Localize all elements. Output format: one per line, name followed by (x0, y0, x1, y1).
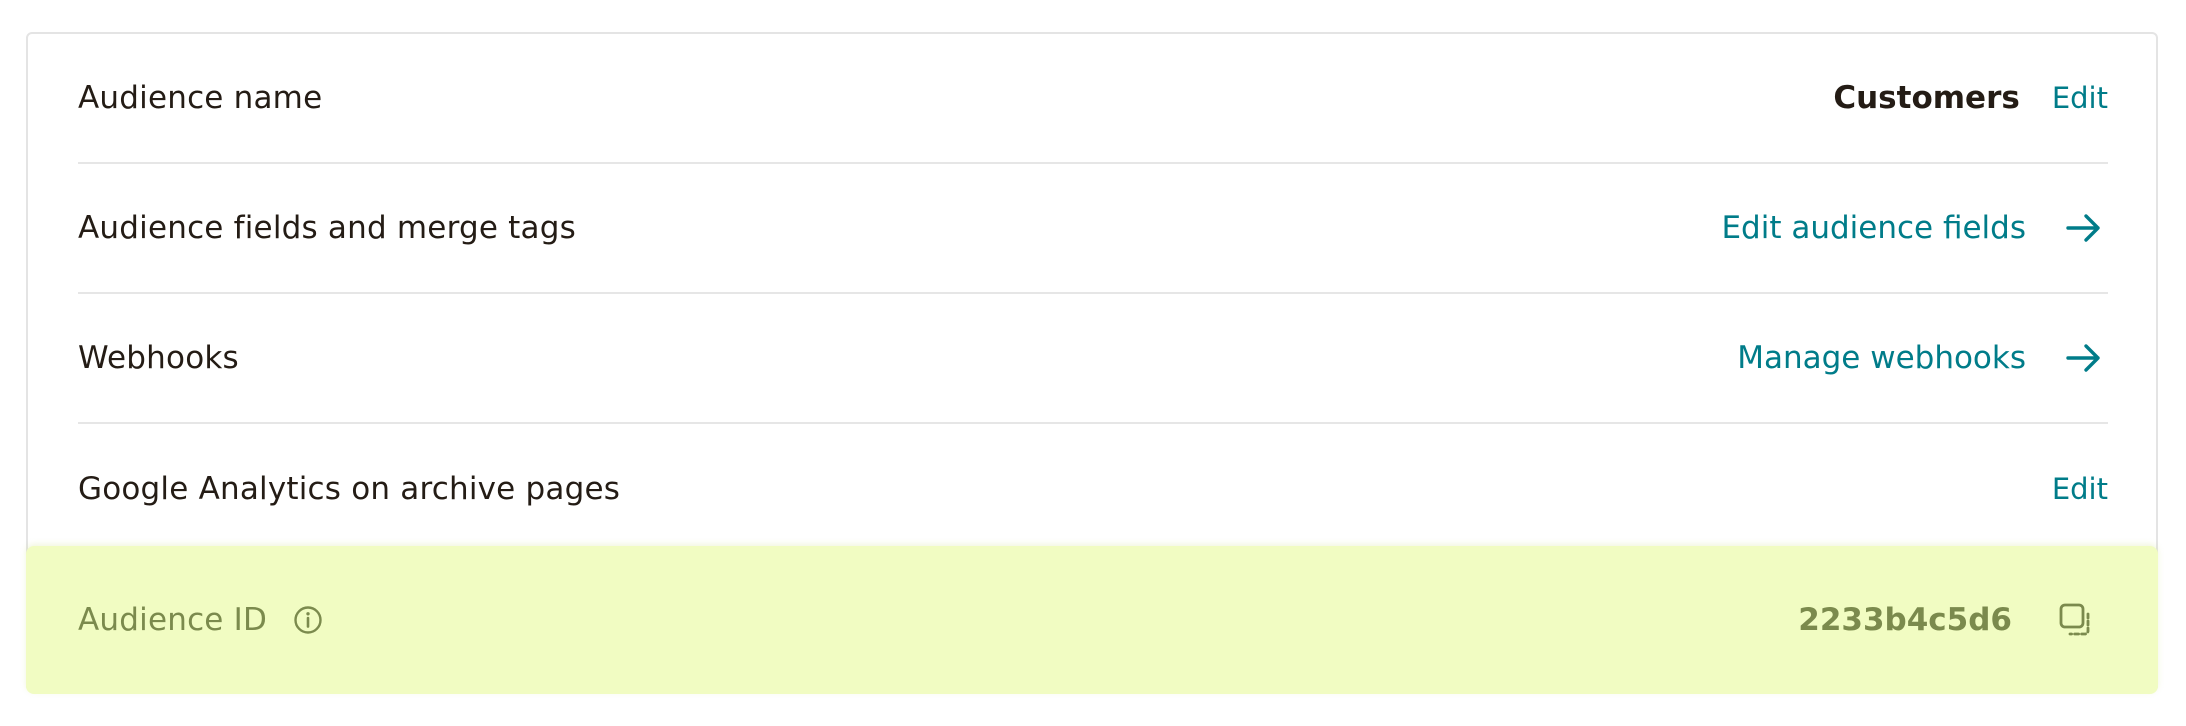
google-analytics-label: Google Analytics on archive pages (78, 471, 621, 507)
audience-name-label: Audience name (78, 80, 323, 116)
edit-audience-fields-link[interactable]: Edit audience fields (1721, 210, 2026, 246)
webhooks-controls: Manage webhooks (1737, 338, 2108, 378)
google-analytics-row: Google Analytics on archive pages Edit (78, 424, 2108, 554)
audience-id-controls: 2233b4c5d6 (1798, 600, 2108, 640)
edit-google-analytics-link[interactable]: Edit (2052, 472, 2108, 506)
audience-id-row: Audience ID 2233b4c5d6 (78, 546, 2108, 694)
audience-fields-row: Audience fields and merge tags Edit audi… (78, 164, 2108, 294)
audience-settings-card: Audience name Customers Edit Audience fi… (26, 32, 2158, 694)
google-analytics-controls: Edit (2052, 472, 2108, 506)
audience-fields-controls: Edit audience fields (1721, 208, 2108, 248)
info-icon[interactable] (293, 605, 323, 635)
audience-id-label: Audience ID (78, 602, 268, 638)
webhooks-row: Webhooks Manage webhooks (78, 294, 2108, 424)
audience-id-value: 2233b4c5d6 (1798, 602, 2012, 638)
edit-audience-name-link[interactable]: Edit (2052, 81, 2108, 115)
arrow-right-icon[interactable] (2064, 338, 2104, 378)
copy-icon[interactable] (2056, 600, 2096, 640)
manage-webhooks-link[interactable]: Manage webhooks (1737, 340, 2026, 376)
audience-fields-label: Audience fields and merge tags (78, 210, 576, 246)
audience-id-label-group: Audience ID (78, 602, 323, 638)
audience-name-value: Customers (1833, 80, 2020, 116)
audience-name-row: Audience name Customers Edit (78, 34, 2108, 164)
audience-name-controls: Customers Edit (1833, 80, 2108, 116)
webhooks-label: Webhooks (78, 340, 239, 376)
arrow-right-icon[interactable] (2064, 208, 2104, 248)
